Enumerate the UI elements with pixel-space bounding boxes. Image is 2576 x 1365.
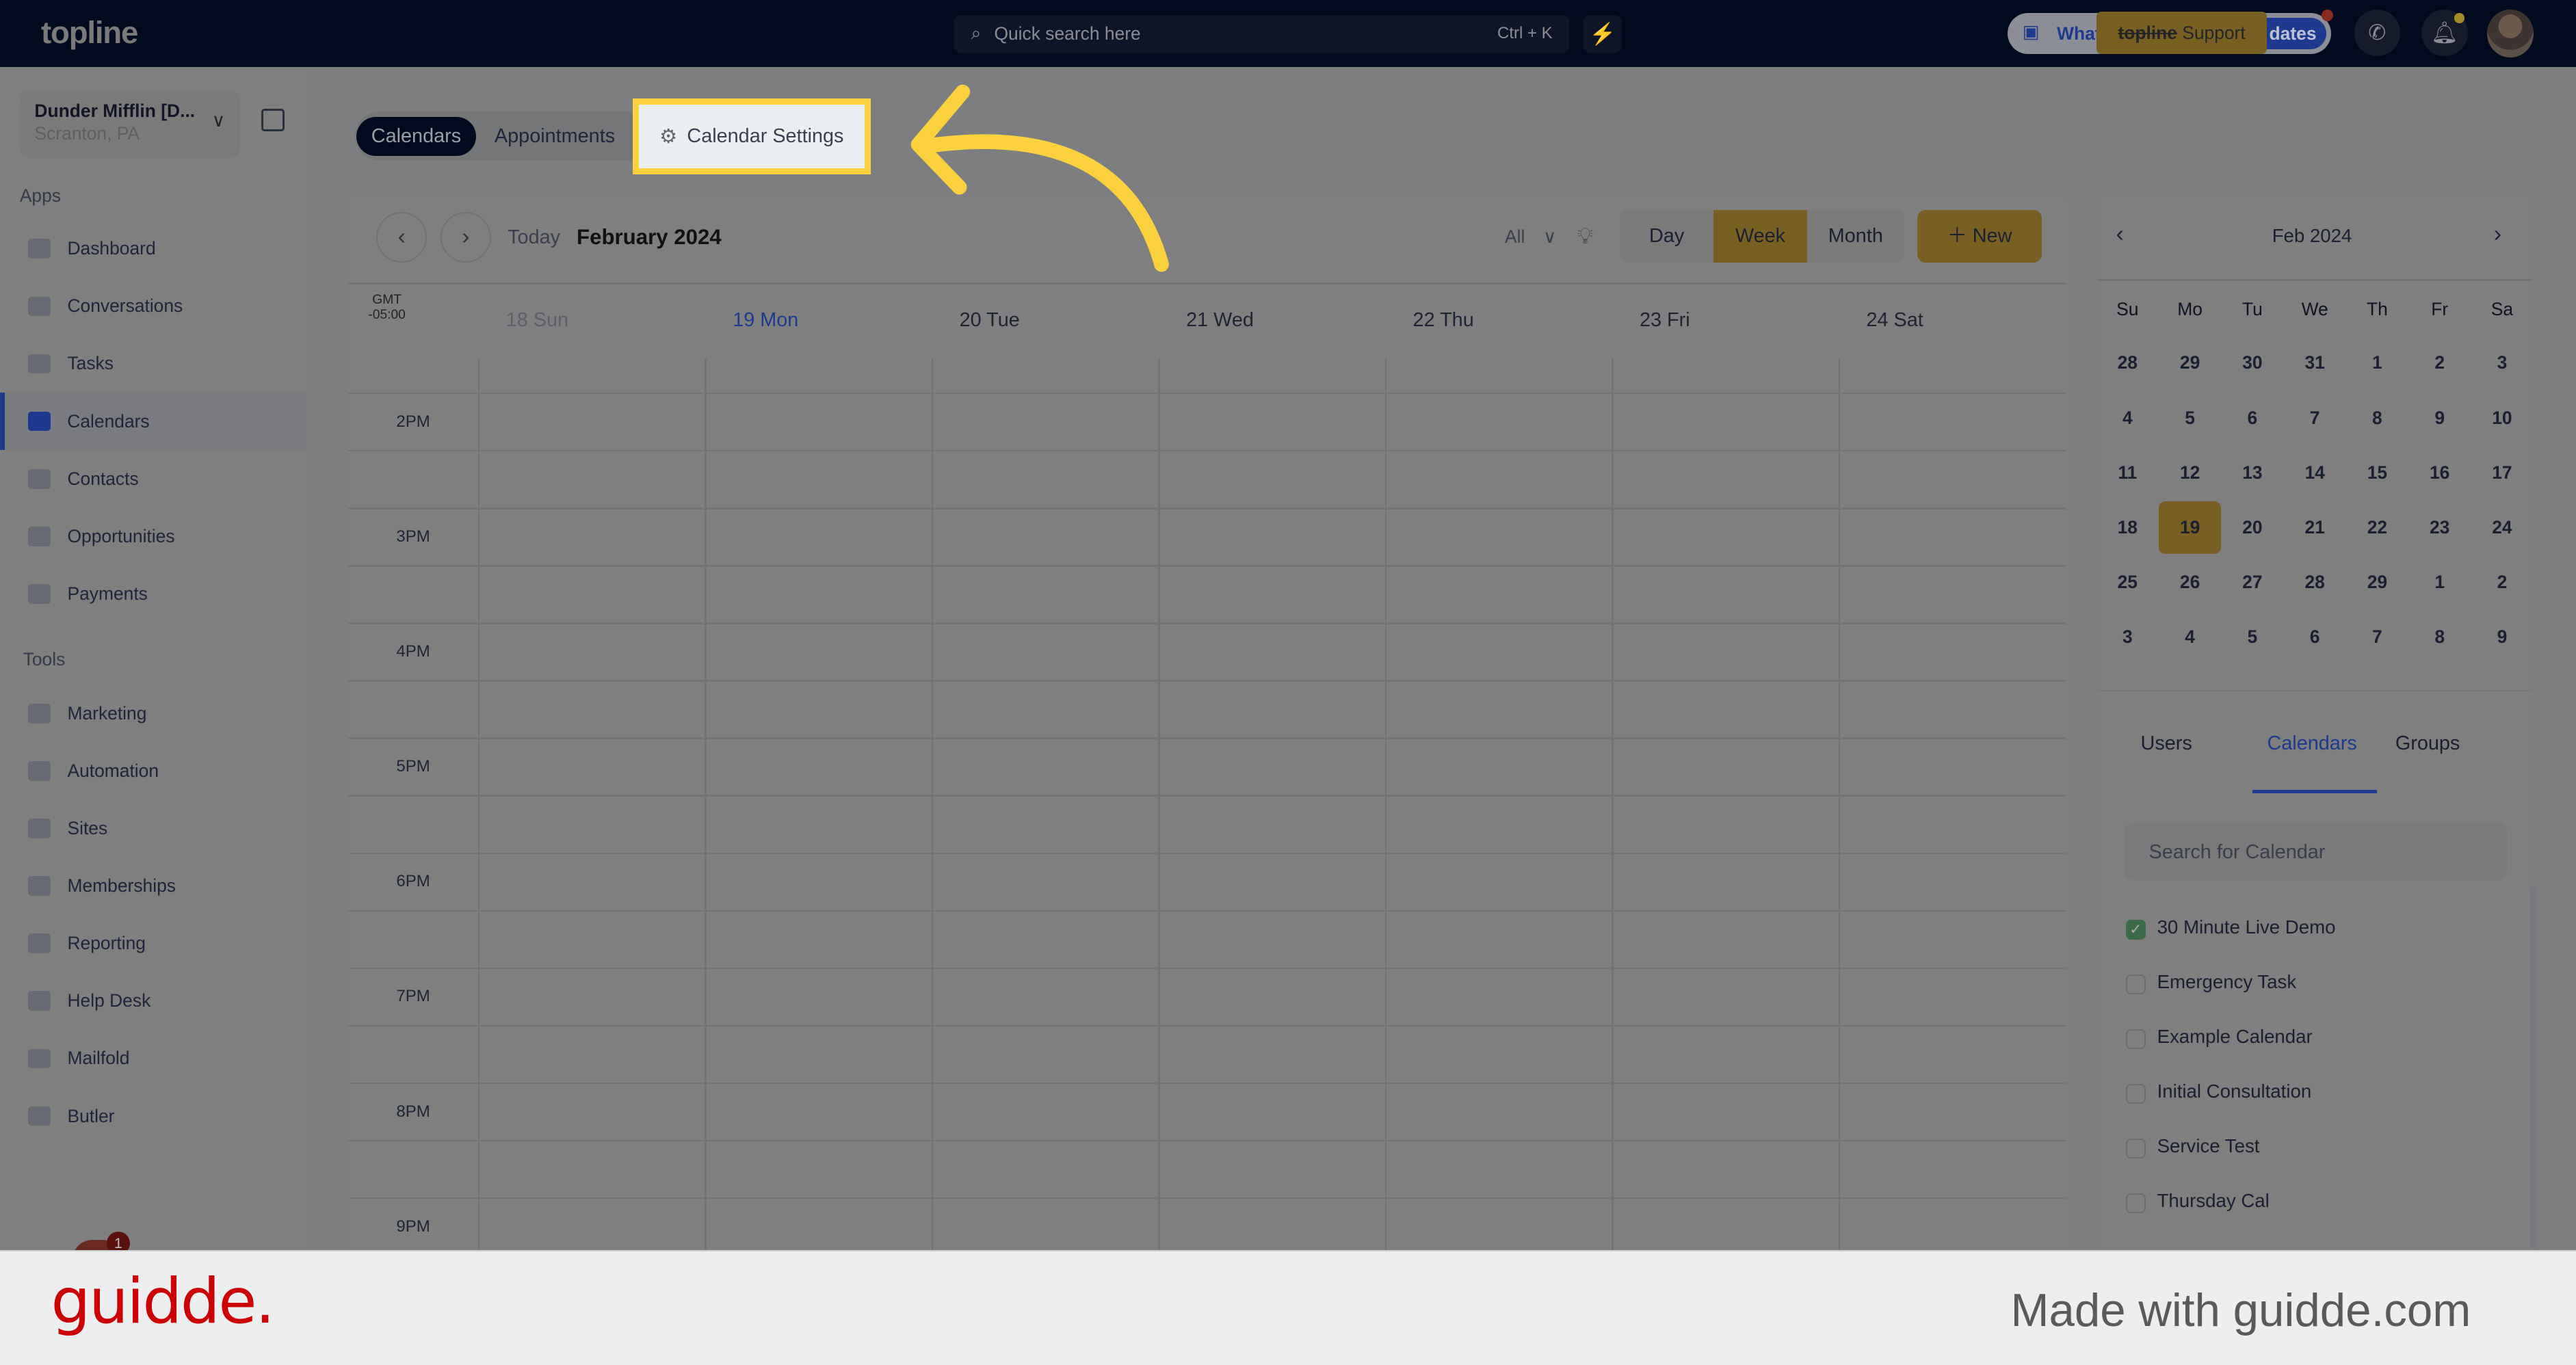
app-root: topline ⌕ Quick search here Ctrl + K ⚡ ▣ Wh… <box>0 0 2576 1365</box>
guidde-logo: guidde. <box>51 1264 275 1338</box>
pointer-arrow <box>910 84 1169 272</box>
arrow-curve <box>917 134 1169 272</box>
made-with-credit: Made with guidde.com <box>2010 1285 2471 1337</box>
